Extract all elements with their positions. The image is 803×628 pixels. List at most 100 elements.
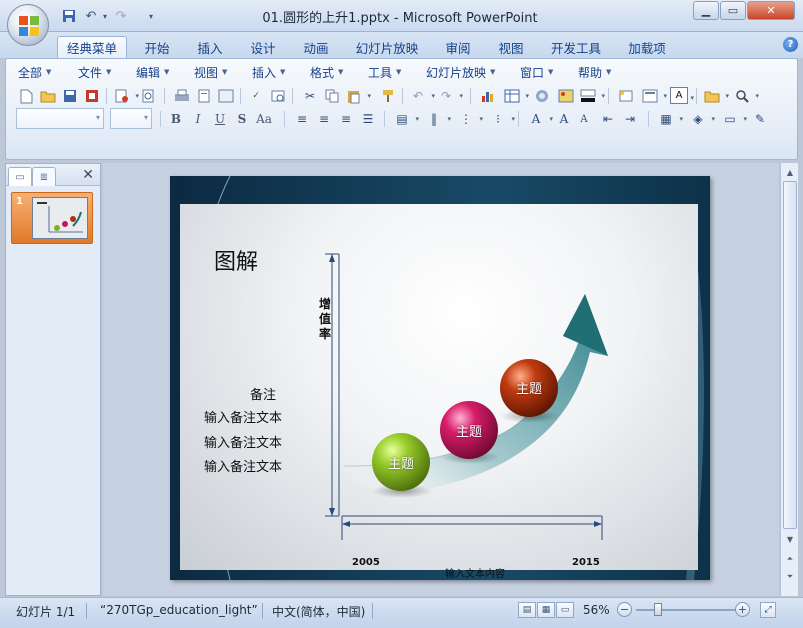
topic-label-green[interactable]: 主题	[371, 453, 431, 472]
bullets-icon[interactable]: ⁝	[488, 109, 515, 129]
insert-chart-icon[interactable]	[478, 86, 498, 106]
grow-font-icon[interactable]: A	[554, 109, 574, 129]
shape-outline-icon[interactable]: ▭	[720, 109, 747, 129]
align-right-icon[interactable]: ≡	[336, 109, 356, 129]
undo-icon[interactable]: ↶	[408, 86, 435, 106]
menu-format[interactable]: 格式 ▼	[310, 63, 343, 81]
permission-icon[interactable]	[82, 86, 102, 106]
format-painter-icon[interactable]	[378, 86, 398, 106]
align-text-icon[interactable]: ‖	[424, 109, 451, 129]
menu-window[interactable]: 窗口 ▼	[520, 63, 553, 81]
language-indicator[interactable]: 中文(简体，中国)	[272, 603, 365, 620]
more-tools-icon[interactable]: ✎	[750, 109, 770, 129]
text-box-icon[interactable]: A	[670, 87, 694, 104]
menu-slide-show[interactable]: 幻灯片放映 ▼	[426, 63, 495, 81]
slide-show-view-icon[interactable]: ▭	[556, 602, 574, 618]
redo-icon[interactable]: ↷	[112, 7, 130, 25]
menu-view[interactable]: 视图 ▼	[194, 63, 227, 81]
slide-layout-icon[interactable]	[640, 86, 667, 106]
zoom-in-icon[interactable]: +	[735, 602, 750, 617]
next-slide-icon[interactable]: ⏷	[782, 569, 798, 585]
slide-canvas[interactable]: 图解 增值率 备注 输入备注文本 输入备注文本 输入备注文本 2005 2015…	[170, 176, 710, 580]
research-icon[interactable]	[112, 86, 139, 106]
y-axis-label[interactable]: 增值率	[318, 297, 332, 342]
scroll-down-icon[interactable]: ▼	[782, 531, 798, 547]
zoom-slider-thumb[interactable]	[654, 603, 662, 616]
folder-icon[interactable]	[702, 86, 729, 106]
copy-icon[interactable]	[322, 86, 342, 106]
tab-review[interactable]: 审阅	[439, 36, 477, 58]
open-folder-icon[interactable]	[38, 86, 58, 106]
insert-picture-icon[interactable]	[556, 86, 576, 106]
zoom-level[interactable]: 56%	[583, 603, 610, 617]
justify-icon[interactable]: ☰	[358, 109, 378, 129]
note-line[interactable]: 输入备注文本	[204, 432, 282, 451]
fit-to-window-icon[interactable]: ⤢	[760, 602, 776, 618]
page-setup-icon[interactable]	[216, 86, 236, 106]
shadow-button[interactable]: S	[232, 109, 252, 129]
menu-tools[interactable]: 工具 ▼	[368, 63, 401, 81]
tab-add-ins[interactable]: 加载项	[622, 36, 672, 58]
arrange-icon[interactable]: ▦	[656, 109, 683, 129]
zoom-out-icon[interactable]: −	[617, 602, 632, 617]
tab-home[interactable]: 开始	[138, 36, 176, 58]
text-direction-icon[interactable]: ▤	[392, 109, 419, 129]
notes-heading[interactable]: 备注	[250, 384, 276, 403]
previous-slide-icon[interactable]: ⏶	[782, 551, 798, 567]
scroll-up-icon[interactable]: ▲	[782, 164, 798, 180]
close-button[interactable]: ✕	[747, 1, 795, 20]
normal-view-icon[interactable]: ▤	[518, 602, 536, 618]
slide-sorter-view-icon[interactable]: ▦	[537, 602, 555, 618]
close-panel-icon[interactable]: ✕	[82, 167, 94, 183]
help-icon[interactable]: ?	[783, 37, 798, 52]
spelling-icon[interactable]: ✓	[246, 86, 266, 106]
change-case-button[interactable]: Aa	[254, 109, 274, 129]
zoom-slider-track[interactable]	[636, 609, 736, 611]
menu-all[interactable]: 全部 ▼	[18, 63, 51, 81]
paste-icon[interactable]	[344, 86, 371, 106]
tab-slide-show[interactable]: 幻灯片放映	[352, 36, 422, 58]
year-end-label[interactable]: 2015	[572, 557, 600, 568]
font-name-combo[interactable]	[16, 108, 104, 129]
slides-tab-icon[interactable]: ▭	[8, 167, 32, 186]
tab-animations[interactable]: 动画	[297, 36, 335, 58]
print-icon[interactable]	[172, 86, 192, 106]
tab-insert[interactable]: 插入	[191, 36, 229, 58]
outline-tab-icon[interactable]: ≣	[32, 167, 56, 186]
increase-indent-icon[interactable]: ⇥	[620, 109, 640, 129]
thesaurus-icon[interactable]	[268, 86, 288, 106]
menu-insert[interactable]: 插入 ▼	[252, 63, 285, 81]
minimize-button[interactable]: ▁	[693, 1, 719, 20]
maximize-button[interactable]: ▭	[720, 1, 746, 20]
clip-art-icon[interactable]	[532, 86, 552, 106]
customize-dropdown-icon[interactable]: ▾	[142, 7, 160, 25]
new-document-icon[interactable]	[16, 86, 36, 106]
print-preview-icon[interactable]	[138, 86, 158, 106]
menu-help[interactable]: 帮助 ▼	[578, 63, 611, 81]
decrease-indent-icon[interactable]: ⇤	[598, 109, 618, 129]
note-line[interactable]: 输入备注文本	[204, 407, 282, 426]
new-slide-icon[interactable]	[616, 86, 636, 106]
color-fill-icon[interactable]	[578, 86, 605, 106]
scroll-thumb[interactable]	[783, 181, 797, 529]
menu-edit[interactable]: 编辑 ▼	[136, 63, 169, 81]
tab-design[interactable]: 设计	[244, 36, 282, 58]
topic-label-pink[interactable]: 主题	[439, 421, 499, 440]
tab-developer[interactable]: 开发工具	[546, 36, 606, 58]
insert-table-icon[interactable]	[502, 86, 529, 106]
menu-file[interactable]: 文件 ▼	[78, 63, 111, 81]
office-button[interactable]	[7, 4, 49, 46]
slide-thumbnail-selected[interactable]: 1	[11, 192, 93, 244]
quick-print-icon[interactable]	[194, 86, 214, 106]
align-center-icon[interactable]: ≡	[314, 109, 334, 129]
tab-view[interactable]: 视图	[492, 36, 530, 58]
font-size-combo[interactable]	[110, 108, 152, 129]
year-start-label[interactable]: 2005	[352, 557, 380, 568]
numbering-icon[interactable]: ⋮	[456, 109, 483, 129]
underline-button[interactable]: U	[210, 109, 230, 129]
vertical-scrollbar[interactable]: ▲ ▼ ⏶ ⏷	[780, 163, 798, 596]
save-icon[interactable]	[60, 86, 80, 106]
cut-icon[interactable]: ✂	[300, 86, 320, 106]
bold-button[interactable]: B	[166, 109, 186, 129]
note-line[interactable]: 输入备注文本	[204, 456, 282, 475]
